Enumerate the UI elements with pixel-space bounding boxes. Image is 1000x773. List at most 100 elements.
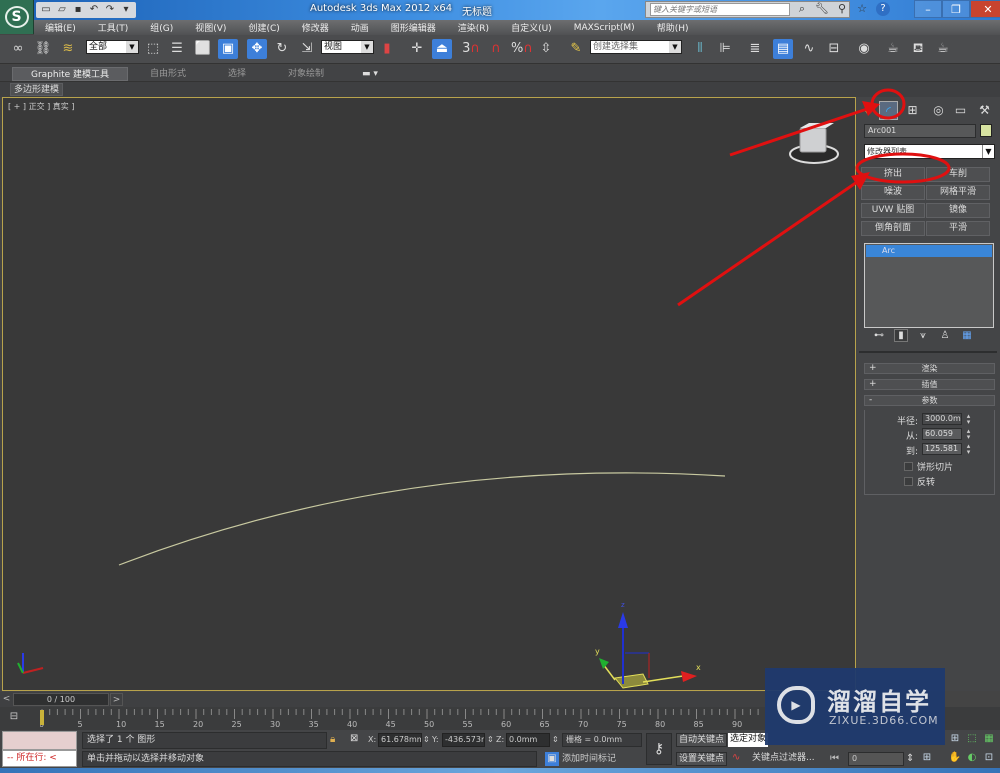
x-coordinate-field[interactable]: 61.678mm [378, 733, 422, 747]
maximize-viewport-icon[interactable]: ⊡ [982, 751, 996, 765]
object-name-field[interactable]: Arc001 [864, 124, 976, 138]
minimize-button[interactable]: – [914, 0, 942, 18]
add-time-tag-icon[interactable]: ▣ [545, 752, 559, 766]
ribbon-tab-selection[interactable]: 选择 [228, 67, 246, 81]
menu-rendering[interactable]: 渲染(R) [447, 21, 500, 34]
viewport-front[interactable]: [ + ] 正交 ] 真实 ] z y x [2, 97, 856, 691]
from-spinner[interactable]: 60.059 [922, 428, 962, 440]
absolute-mode-icon[interactable]: ⊠ [350, 733, 358, 744]
unlink-icon[interactable]: ⛓ [33, 39, 53, 59]
pan-view-icon[interactable]: ✋ [948, 751, 962, 765]
menu-modifiers[interactable]: 修改器 [291, 21, 340, 34]
pie-slice-checkbox[interactable] [904, 462, 913, 471]
arc-shape[interactable] [118, 472, 726, 566]
window-crossing-icon[interactable]: ▣ [218, 39, 238, 59]
modifier-list-dropdown[interactable]: 修改器列表 ▼ [864, 144, 995, 159]
select-and-rotate-icon[interactable]: ↻ [272, 39, 292, 59]
selection-set-dropdown[interactable]: 选定对象 [728, 733, 768, 747]
percent-snap-icon[interactable]: %∩ [511, 39, 533, 59]
hierarchy-tab-icon[interactable]: ⊞ [903, 101, 922, 120]
undo-icon[interactable]: ↶ [88, 4, 100, 16]
modifier-button-lathe[interactable]: 车削 [926, 167, 990, 182]
spinner-arrows-icon[interactable]: ▴ ▾ [965, 443, 972, 456]
spinner-arrows-icon[interactable]: ▴ ▾ [965, 428, 972, 441]
key-filters-button[interactable]: 关键点过滤器... [750, 752, 817, 766]
frame-ruler[interactable]: 051015202530354045505560657075808590 [40, 707, 760, 730]
restore-button[interactable]: ❐ [942, 0, 970, 18]
select-object-icon[interactable]: ⬚ [143, 39, 163, 59]
x-spinner-icon[interactable]: ⇕ [423, 735, 430, 744]
zoom-extents-icon[interactable]: ⊞ [948, 732, 962, 746]
key-mode-toggle-icon[interactable]: ⏮ [830, 753, 839, 764]
make-unique-icon[interactable]: ⩛ [916, 330, 930, 341]
modify-tab-icon[interactable]: ◜ [879, 101, 898, 120]
manipulate-icon[interactable]: ✛ [407, 39, 427, 59]
mirror-icon[interactable]: ⫴ [690, 39, 710, 59]
menu-maxscript[interactable]: MAXScript(M) [563, 23, 646, 33]
motion-tab-icon[interactable]: ◎ [929, 101, 948, 120]
reverse-checkbox[interactable] [904, 477, 913, 486]
current-frame-marker[interactable] [40, 710, 44, 725]
remove-modifier-icon[interactable]: ♙ [938, 330, 952, 341]
modifier-button-extrude[interactable]: 挤出 [861, 167, 925, 182]
redo-icon[interactable]: ↷ [104, 4, 116, 16]
prev-frame-button[interactable]: < [0, 693, 13, 706]
rendered-frame-window-icon[interactable]: ⛾ [908, 39, 928, 59]
modifier-button-bevel-profile[interactable]: 倒角剖面 [861, 221, 925, 236]
menu-views[interactable]: 视图(V) [184, 21, 237, 34]
link-icon[interactable]: ∞ [8, 39, 28, 59]
curve-editor-mini-icon[interactable]: ⊟ [6, 711, 22, 725]
rectangular-selection-icon[interactable]: ⬜ [193, 39, 213, 59]
zoom-extents-all-icon[interactable]: ⬚ [965, 732, 979, 746]
object-color-swatch[interactable] [980, 124, 992, 137]
lock-icon[interactable]: 🔒︎ [330, 734, 335, 745]
modifier-button-mirror[interactable]: 镜像 [926, 203, 990, 218]
rollout-rendering[interactable]: + 渲染 [864, 363, 995, 374]
render-setup-icon[interactable]: ☕ [883, 39, 903, 59]
to-spinner[interactable]: 125.581 [922, 443, 962, 455]
auto-key-button[interactable]: 自动关键点 [676, 733, 728, 747]
layer-manager-icon[interactable]: ≣ [745, 39, 765, 59]
rollout-parameters[interactable]: - 参数 [864, 395, 995, 406]
ribbon-tab-freeform[interactable]: 自由形式 [150, 67, 186, 81]
ribbon-tab-object-paint[interactable]: 对象绘制 [288, 67, 324, 81]
star-icon[interactable]: ☆ [855, 2, 869, 16]
orbit-icon[interactable]: ◐ [965, 751, 979, 765]
selection-filter-dropdown[interactable]: 全部 ▼ [86, 40, 139, 54]
material-editor-icon[interactable]: ◉ [854, 39, 874, 59]
pivot-center-icon[interactable]: ▮ [377, 39, 397, 59]
curve-editor-icon[interactable]: ∿ [799, 39, 819, 59]
time-slider-thumb[interactable]: 0 / 100 [13, 693, 109, 706]
graphite-toggle-icon[interactable]: ▤ [773, 39, 793, 59]
menu-customize[interactable]: 自定义(U) [500, 21, 563, 34]
show-end-result-icon[interactable]: ▮ [894, 328, 908, 342]
y-coordinate-field[interactable]: -436.573m [442, 733, 485, 747]
spinner-snap-icon[interactable]: ⇳ [536, 39, 556, 59]
menu-group[interactable]: 组(G) [139, 21, 184, 34]
create-tab-icon[interactable]: ✦ [857, 101, 876, 120]
modifier-button-meshsmooth[interactable]: 网格平滑 [926, 185, 990, 200]
bind-space-warp-icon[interactable]: ≋ [58, 39, 78, 59]
modifier-button-uvw-map[interactable]: UVW 贴图 [861, 203, 925, 218]
set-key-icon[interactable]: ⚷ [646, 733, 672, 765]
maxscript-mini-listener[interactable] [2, 731, 77, 750]
modifier-button-noise[interactable]: 噪波 [861, 185, 925, 200]
utilities-tab-icon[interactable]: ⚒ [975, 101, 994, 120]
save-icon[interactable]: ▪ [72, 4, 84, 16]
add-time-tag-button[interactable]: 添加时间标记 [562, 752, 642, 766]
menu-graph-editors[interactable]: 图形编辑器 [380, 21, 447, 34]
close-button[interactable]: ✕ [970, 0, 1000, 18]
maxscript-listener-line[interactable]: -- 所在行: < [2, 750, 77, 767]
new-icon[interactable]: ▭ [40, 4, 52, 16]
zoom-all-icon[interactable]: ▦ [982, 732, 996, 746]
open-icon[interactable]: ▱ [56, 4, 68, 16]
select-by-name-icon[interactable]: ☰ [167, 39, 187, 59]
current-frame-field[interactable]: 0 [848, 752, 904, 766]
edit-named-selection-icon[interactable]: ✎ [566, 39, 586, 59]
wrench-icon[interactable]: 🔧︎ [815, 2, 829, 16]
rollout-interpolation[interactable]: + 插值 [864, 379, 995, 390]
schematic-view-icon[interactable]: ⊟ [824, 39, 844, 59]
pin-stack-icon[interactable]: ⊷ [872, 330, 886, 341]
ribbon-tab-graphite[interactable]: Graphite 建模工具 [12, 67, 128, 81]
menu-animation[interactable]: 动画 [340, 21, 380, 34]
